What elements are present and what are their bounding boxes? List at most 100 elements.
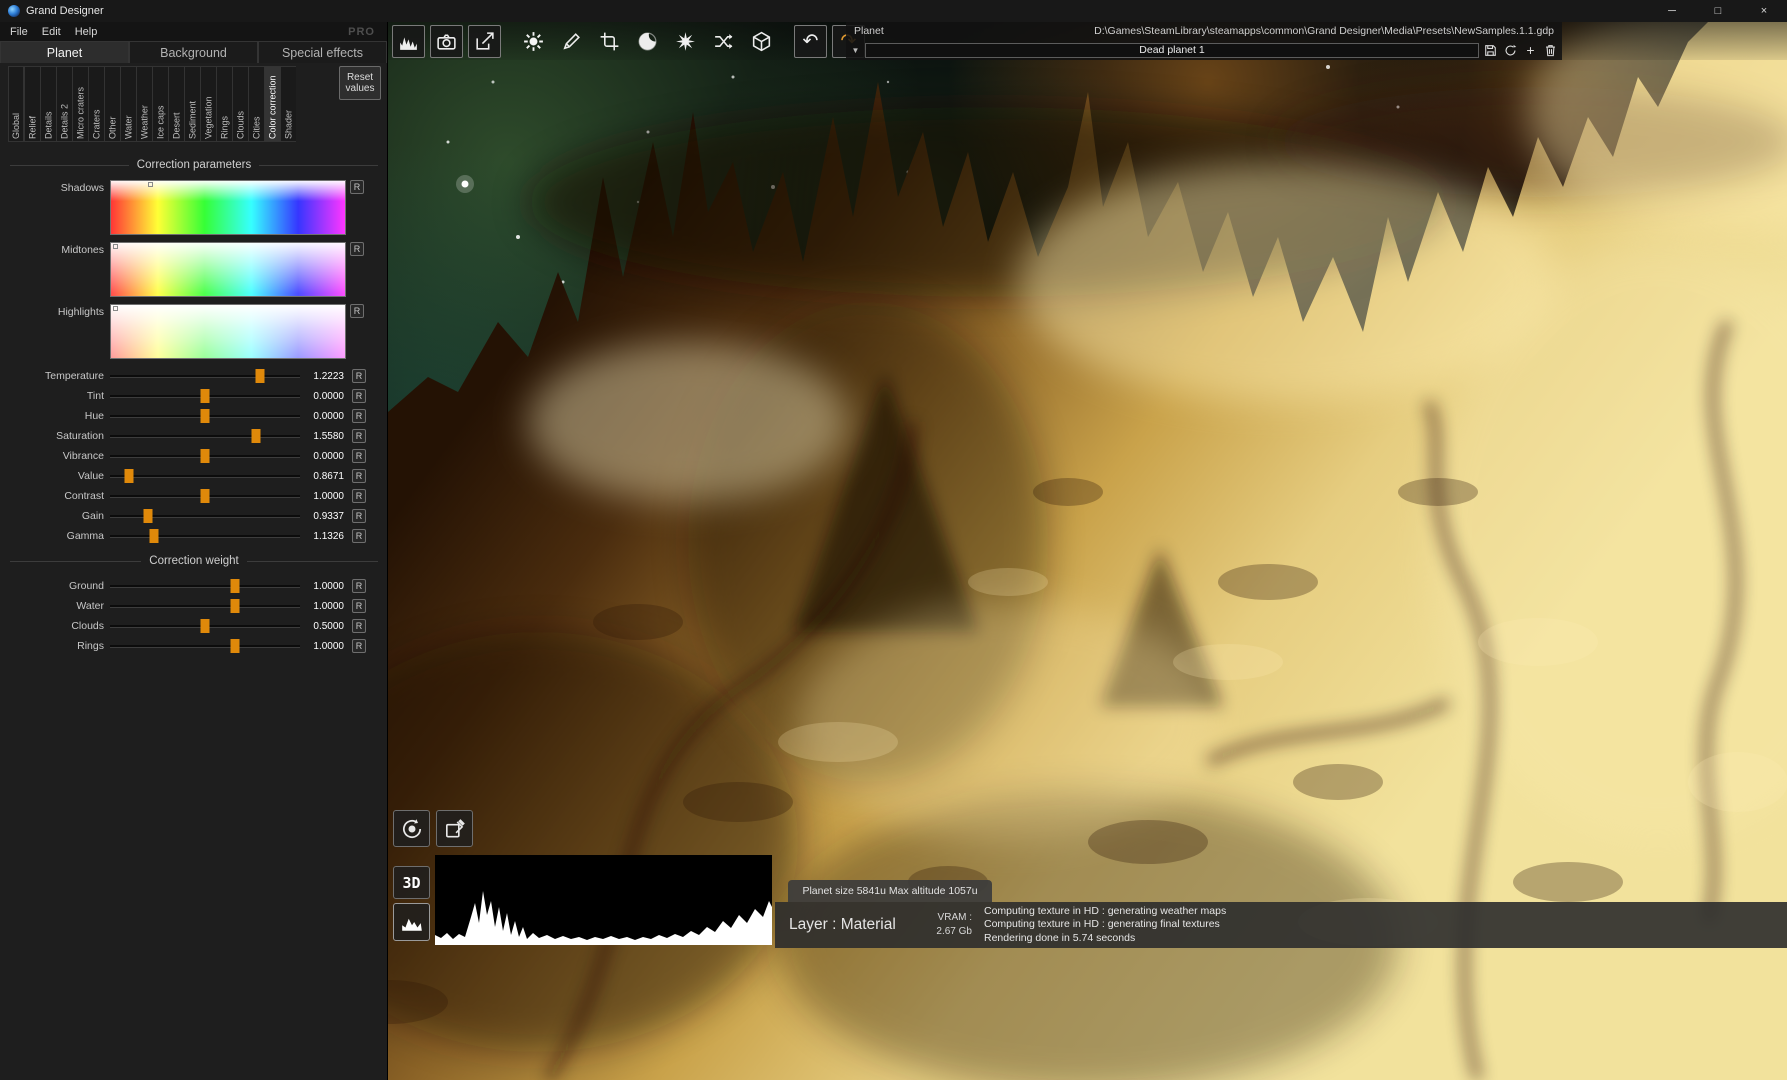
side-tab-color-correction[interactable]: Color correction (264, 66, 280, 142)
reset-button[interactable]: R (352, 429, 366, 443)
close-button[interactable]: × (1741, 0, 1787, 22)
slider-handle[interactable] (231, 599, 240, 613)
slider-handle[interactable] (201, 489, 210, 503)
slider-handle[interactable] (149, 529, 158, 543)
impact-tool-button[interactable] (669, 25, 702, 58)
delete-preset-button[interactable] (1542, 42, 1559, 59)
side-tab-craters[interactable]: Craters (88, 66, 104, 142)
side-tab-details[interactable]: Details (40, 66, 56, 142)
ground-weight-slider[interactable] (110, 579, 300, 593)
slider-handle[interactable] (144, 509, 153, 523)
planet-viewport[interactable]: ↶ ↷ Planet D:\Games\SteamLibrary\steamap… (388, 22, 1787, 1080)
rings-weight-slider[interactable] (110, 639, 300, 653)
slider-handle[interactable] (201, 449, 210, 463)
undo-button[interactable]: ↶ (794, 25, 827, 58)
slider-handle[interactable] (252, 429, 261, 443)
reset-button[interactable]: R (352, 529, 366, 543)
tab-background[interactable]: Background (129, 41, 258, 63)
side-tab-other[interactable]: Other (104, 66, 120, 142)
add-preset-button[interactable]: + (1522, 42, 1539, 59)
sun-light-button[interactable] (517, 25, 550, 58)
reset-values-button[interactable]: Reset values (339, 66, 381, 100)
side-tab-rings[interactable]: Rings (216, 66, 232, 142)
side-tab-micro-craters[interactable]: Micro craters (72, 66, 88, 142)
preset-dropdown[interactable]: Dead planet 1 (865, 43, 1479, 58)
side-tab-shader[interactable]: Shader (280, 66, 296, 142)
contrast-slider[interactable] (110, 489, 300, 503)
water-weight-slider[interactable] (110, 599, 300, 613)
color-picker-marker[interactable] (148, 182, 153, 187)
vibrance-slider[interactable] (110, 449, 300, 463)
side-tab-details-2[interactable]: Details 2 (56, 66, 72, 142)
reset-button[interactable]: R (352, 509, 366, 523)
menu-help[interactable]: Help (75, 26, 98, 38)
side-tab-sediment[interactable]: Sediment (184, 66, 200, 142)
orbit-mode-button[interactable] (393, 810, 430, 847)
slider-handle[interactable] (201, 619, 210, 633)
tint-slider[interactable] (110, 389, 300, 403)
texture-paint-button[interactable] (436, 810, 473, 847)
slider-handle[interactable] (201, 389, 210, 403)
menu-file[interactable]: File (10, 26, 28, 38)
reset-button[interactable]: R (350, 304, 364, 318)
slider-handle[interactable] (231, 579, 240, 593)
minimize-button[interactable]: ─ (1649, 0, 1695, 22)
saturation-slider[interactable] (110, 429, 300, 443)
crop-tool-button[interactable] (593, 25, 626, 58)
value-slider[interactable] (110, 469, 300, 483)
side-tab-cities[interactable]: Cities (248, 66, 264, 142)
side-tab-weather[interactable]: Weather (136, 66, 152, 142)
reset-button[interactable]: R (352, 469, 366, 483)
tab-planet[interactable]: Planet (0, 41, 129, 63)
export-button[interactable] (468, 25, 501, 58)
mode-3d-button[interactable]: 3D (393, 866, 430, 899)
side-tab-vegetation[interactable]: Vegetation (200, 66, 216, 142)
side-tab-ice-caps[interactable]: Ice caps (152, 66, 168, 142)
reset-button[interactable]: R (352, 619, 366, 633)
reset-button[interactable]: R (352, 389, 366, 403)
menu-edit[interactable]: Edit (42, 26, 61, 38)
clouds-weight-slider[interactable] (110, 619, 300, 633)
randomize-button[interactable] (707, 25, 740, 58)
side-tab-relief[interactable]: Relief (24, 66, 40, 142)
side-tab-water[interactable]: Water (120, 66, 136, 142)
histogram-toggle-button[interactable] (393, 903, 430, 941)
highlights-color-picker[interactable] (110, 304, 346, 359)
reset-button[interactable]: R (352, 579, 366, 593)
slider-handle[interactable] (125, 469, 134, 483)
reset-button[interactable]: R (352, 639, 366, 653)
maximize-button[interactable]: □ (1695, 0, 1741, 22)
histogram-display[interactable] (435, 855, 772, 945)
reset-button[interactable]: R (352, 449, 366, 463)
color-picker-marker[interactable] (113, 306, 118, 311)
slider-handle[interactable] (256, 369, 265, 383)
reset-button[interactable]: R (350, 180, 364, 194)
eclipse-tool-button[interactable] (631, 25, 664, 58)
side-tab-clouds[interactable]: Clouds (232, 66, 248, 142)
screenshot-button[interactable] (430, 25, 463, 58)
chevron-down-icon[interactable]: ▼ (849, 43, 862, 58)
side-tab-global[interactable]: Global (8, 66, 24, 142)
slider-handle[interactable] (231, 639, 240, 653)
random-seed-button[interactable] (745, 25, 778, 58)
shadows-color-picker[interactable] (110, 180, 346, 235)
tab-special-effects[interactable]: Special effects (258, 41, 387, 63)
gain-slider[interactable] (110, 509, 300, 523)
gamma-slider[interactable] (110, 529, 300, 543)
reload-preset-button[interactable] (1502, 42, 1519, 59)
reset-button[interactable]: R (352, 369, 366, 383)
slider-handle[interactable] (201, 409, 210, 423)
reset-button[interactable]: R (350, 242, 364, 256)
save-preset-button[interactable] (1482, 42, 1499, 59)
midtones-color-picker[interactable] (110, 242, 346, 297)
histogram-tool-button[interactable] (392, 25, 425, 58)
reset-button[interactable]: R (352, 489, 366, 503)
reset-button[interactable]: R (352, 409, 366, 423)
reset-button[interactable]: R (352, 599, 366, 613)
temperature-slider[interactable] (110, 369, 300, 383)
side-tab-desert[interactable]: Desert (168, 66, 184, 142)
brush-tool-button[interactable] (555, 25, 588, 58)
color-picker-marker[interactable] (113, 244, 118, 249)
preset-path-row: Planet D:\Games\SteamLibrary\steamapps\c… (846, 22, 1562, 40)
hue-slider[interactable] (110, 409, 300, 423)
